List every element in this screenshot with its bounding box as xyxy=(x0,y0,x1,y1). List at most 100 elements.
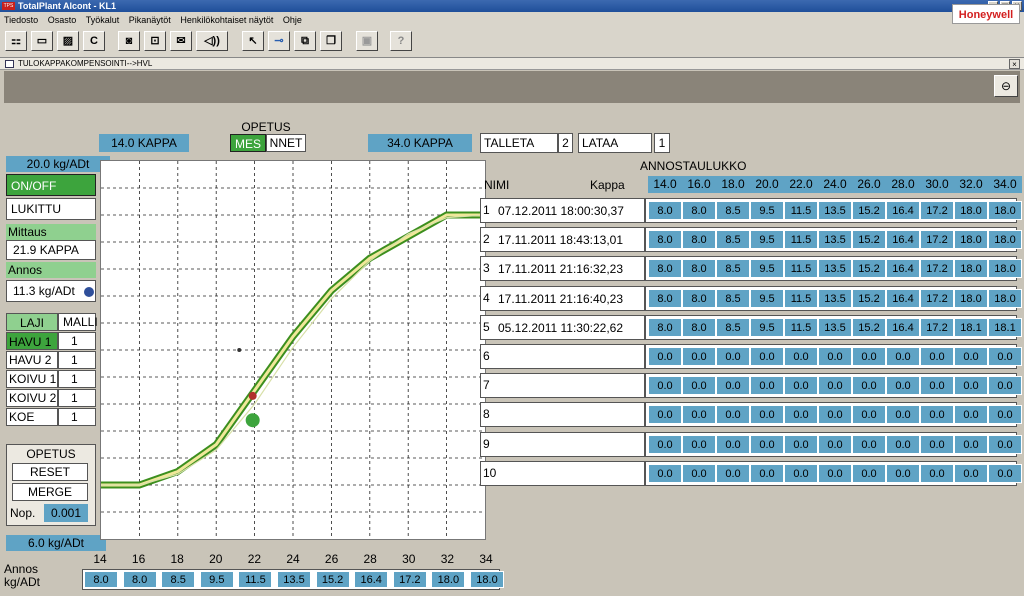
dose-cell[interactable]: 0.0 xyxy=(954,347,988,366)
subwindow-close-button[interactable]: × xyxy=(1009,59,1020,69)
dose-cell[interactable]: 18.0 xyxy=(988,288,1022,308)
help-icon[interactable]: ? xyxy=(390,31,412,51)
dose-cell[interactable]: 18.0 xyxy=(954,230,988,250)
dose-cell[interactable]: 8.0 xyxy=(648,288,682,308)
dose-cell[interactable]: 18.0 xyxy=(954,288,988,308)
table-row[interactable]: 4 17.11.2011 21:16:40,23 xyxy=(480,285,645,311)
dose-cell[interactable]: 11.5 xyxy=(784,201,818,220)
dose-cell[interactable]: 8.5 xyxy=(716,201,750,220)
camera-icon[interactable]: ◙ xyxy=(118,31,140,51)
bottom-annos-cell[interactable]: 15.2 xyxy=(315,571,350,588)
dose-cell[interactable]: 0.0 xyxy=(954,463,988,483)
dose-cell[interactable]: 0.0 xyxy=(784,434,818,454)
dose-cell[interactable]: 0.0 xyxy=(886,434,920,454)
dose-cell[interactable]: 8.0 xyxy=(648,230,682,250)
dose-cell[interactable]: 8.0 xyxy=(648,259,682,279)
dose-cell[interactable]: 11.5 xyxy=(784,259,818,279)
bottom-annos-cell[interactable]: 9.5 xyxy=(199,571,234,588)
dose-cell[interactable]: 0.0 xyxy=(818,405,852,425)
dose-cell[interactable]: 8.0 xyxy=(648,317,682,337)
dose-cell[interactable]: 9.5 xyxy=(750,259,784,279)
malli-havu2[interactable]: 1 xyxy=(58,351,96,369)
bottom-annos-cell[interactable]: 17.2 xyxy=(392,571,427,588)
dose-cell[interactable]: 0.0 xyxy=(920,376,954,396)
dose-cell[interactable]: 9.5 xyxy=(750,288,784,308)
dose-cell[interactable]: 9.5 xyxy=(750,230,784,250)
dose-cell[interactable]: 0.0 xyxy=(750,347,784,366)
dose-cell[interactable]: 13.5 xyxy=(818,317,852,337)
zoom-icon[interactable]: ⊖ xyxy=(994,75,1018,97)
dose-cell[interactable]: 11.5 xyxy=(784,230,818,250)
dose-cell[interactable]: 0.0 xyxy=(716,463,750,483)
lukittu-button[interactable]: LUKITTU xyxy=(6,198,96,220)
dose-cell[interactable]: 15.2 xyxy=(852,259,886,279)
mail-icon[interactable]: ✉ xyxy=(170,31,192,51)
dose-cell[interactable]: 15.2 xyxy=(852,317,886,337)
menu-osasto[interactable]: Osasto xyxy=(44,12,80,28)
dose-cell[interactable]: 0.0 xyxy=(852,405,886,425)
bottom-annos-cell[interactable]: 8.0 xyxy=(122,571,157,588)
menu-tyokalut[interactable]: Työkalut xyxy=(82,12,123,28)
dose-cell[interactable]: 0.0 xyxy=(886,405,920,425)
bottom-annos-cell[interactable]: 16.4 xyxy=(354,571,389,588)
menu-pikanaytot[interactable]: Pikanäytöt xyxy=(125,12,174,28)
dose-cell[interactable]: 0.0 xyxy=(852,347,886,366)
table-row[interactable]: 5 05.12.2011 11:30:22,62 xyxy=(480,314,645,340)
mes-button[interactable]: MES xyxy=(230,134,266,152)
dose-cell[interactable]: 8.0 xyxy=(682,201,716,220)
dose-cell[interactable]: 16.4 xyxy=(886,259,920,279)
dose-cell[interactable]: 17.2 xyxy=(920,230,954,250)
bottom-annos-cell[interactable]: 8.0 xyxy=(84,571,118,588)
window-cascade-icon[interactable]: ❐ xyxy=(320,31,342,51)
disabled-icon[interactable]: ▣ xyxy=(356,31,378,51)
dose-cell[interactable]: 16.4 xyxy=(886,201,920,220)
print-icon[interactable]: ▨ xyxy=(57,31,79,51)
reset-button[interactable]: RESET xyxy=(12,463,88,481)
dose-cell[interactable]: 0.0 xyxy=(784,376,818,396)
dose-cell[interactable]: 0.0 xyxy=(818,347,852,366)
dose-cell[interactable]: 11.5 xyxy=(784,317,818,337)
dose-cell[interactable]: 0.0 xyxy=(716,347,750,366)
nop-input[interactable]: 0.001 xyxy=(44,504,88,522)
window-icon[interactable]: ▭ xyxy=(31,31,53,51)
dose-cell[interactable]: 0.0 xyxy=(818,434,852,454)
dose-cell[interactable]: 0.0 xyxy=(682,376,716,396)
dose-cell[interactable]: 8.5 xyxy=(716,230,750,250)
dose-cell[interactable]: 8.0 xyxy=(682,317,716,337)
nnet-button[interactable]: NNET xyxy=(266,134,306,152)
menu-henkilokohtaiset[interactable]: Henkilökohtaiset näytöt xyxy=(176,12,276,28)
dose-cell[interactable]: 0.0 xyxy=(886,347,920,366)
menu-tiedosto[interactable]: Tiedosto xyxy=(0,12,41,28)
dose-cell[interactable]: 0.0 xyxy=(988,376,1022,396)
dose-cell[interactable]: 16.4 xyxy=(886,288,920,308)
dose-cell[interactable]: 0.0 xyxy=(750,463,784,483)
dose-cell[interactable]: 0.0 xyxy=(648,463,682,483)
dose-cell[interactable]: 0.0 xyxy=(920,347,954,366)
dose-cell[interactable]: 11.5 xyxy=(784,288,818,308)
window-restore-icon[interactable]: ⧉ xyxy=(294,31,316,51)
dose-cell[interactable]: 16.4 xyxy=(886,230,920,250)
table-row[interactable]: 10 xyxy=(480,460,645,486)
lock-icon[interactable]: ⊡ xyxy=(144,31,166,51)
malli-koivu2[interactable]: 1 xyxy=(58,389,96,407)
laji-koe[interactable]: KOE xyxy=(6,408,58,426)
dose-cell[interactable]: 0.0 xyxy=(818,376,852,396)
lataa-button[interactable]: LATAA xyxy=(578,133,652,153)
talleta-slot-input[interactable]: 2 xyxy=(558,133,573,153)
dose-cell[interactable]: 0.0 xyxy=(716,376,750,396)
dose-cell[interactable]: 0.0 xyxy=(682,434,716,454)
dose-cell[interactable]: 0.0 xyxy=(920,405,954,425)
dose-cell[interactable]: 8.0 xyxy=(682,288,716,308)
dose-cell[interactable]: 13.5 xyxy=(818,288,852,308)
dose-cell[interactable]: 17.2 xyxy=(920,201,954,220)
dose-cell[interactable]: 0.0 xyxy=(648,405,682,425)
dose-cell[interactable]: 18.0 xyxy=(988,230,1022,250)
dose-cell[interactable]: 13.5 xyxy=(818,259,852,279)
dose-cell[interactable]: 0.0 xyxy=(954,376,988,396)
table-row[interactable]: 8 xyxy=(480,402,645,428)
dose-cell[interactable]: 18.0 xyxy=(954,259,988,279)
dose-cell[interactable]: 8.5 xyxy=(716,288,750,308)
dose-cell[interactable]: 0.0 xyxy=(886,463,920,483)
dose-cell[interactable]: 18.1 xyxy=(988,317,1022,337)
dose-cell[interactable]: 13.5 xyxy=(818,201,852,220)
